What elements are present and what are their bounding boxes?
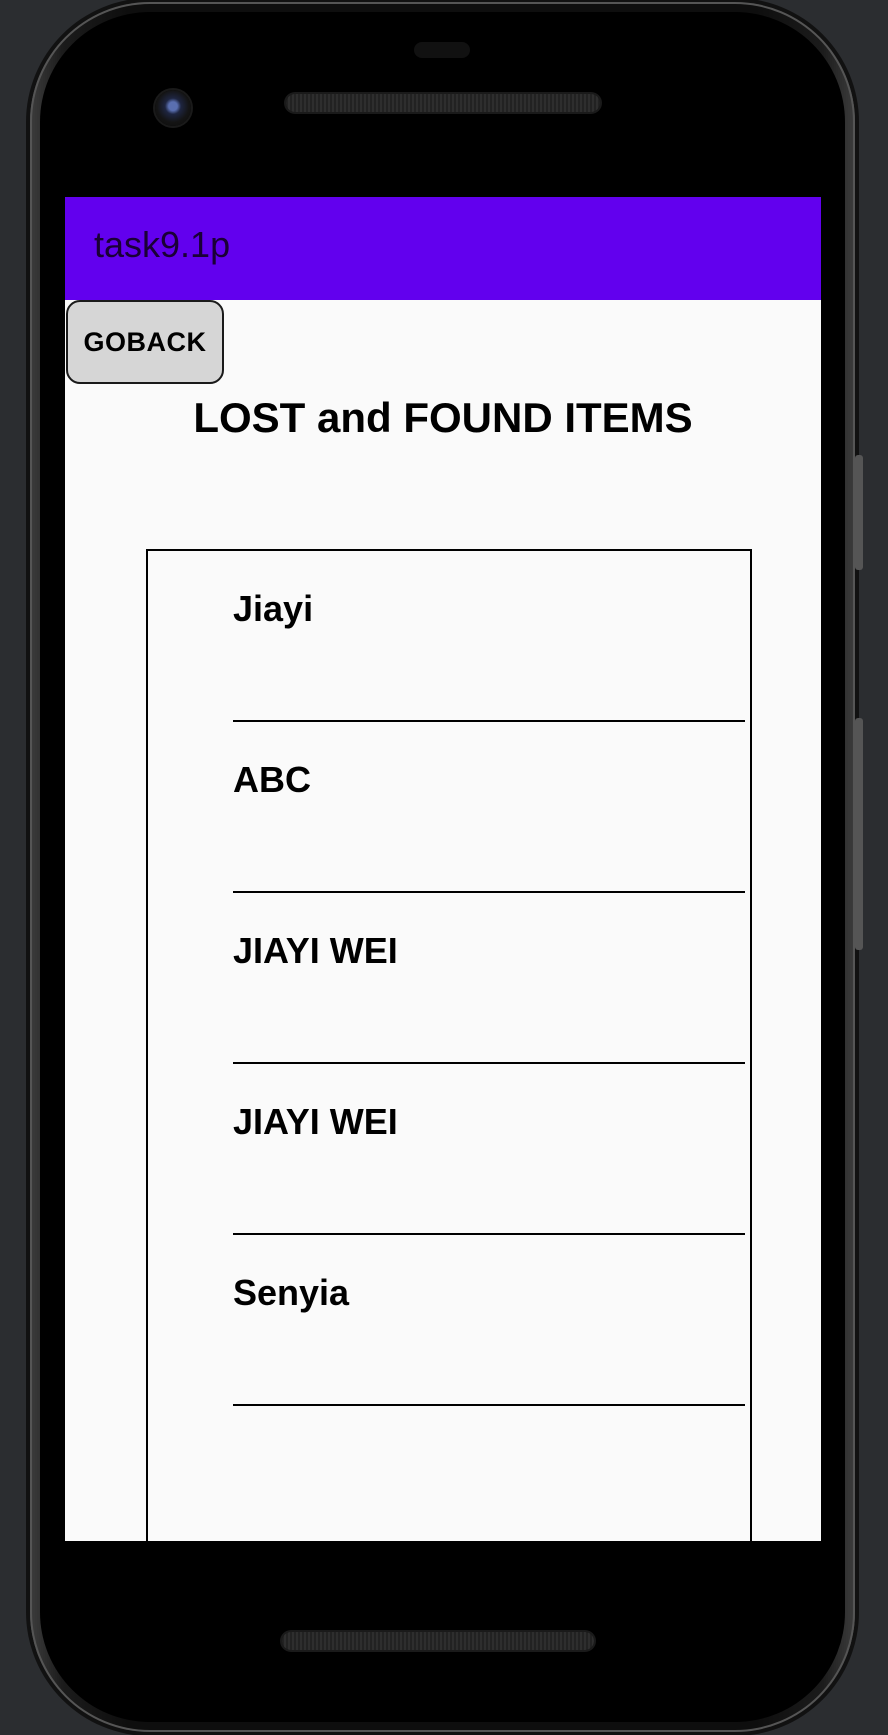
page-title: LOST and FOUND ITEMS [193, 394, 693, 441]
volume-button[interactable] [855, 718, 863, 950]
front-camera-icon [155, 90, 191, 126]
list-item[interactable]: Senyia [233, 1235, 745, 1406]
item-name: JIAYI WEI [233, 1101, 398, 1142]
item-name: JIAYI WEI [233, 930, 398, 971]
list-item[interactable]: JIAYI WEI [233, 893, 745, 1064]
power-button[interactable] [855, 455, 863, 570]
goback-button[interactable]: GOBACK [66, 300, 224, 384]
list-item[interactable]: JIAYI WEI [233, 1064, 745, 1235]
proximity-sensor [414, 42, 470, 58]
items-list[interactable]: Jiayi ABC JIAYI WEI JIAYI WEI Senyia [146, 549, 752, 1541]
app-title: task9.1p [94, 224, 231, 265]
list-item[interactable]: ABC [233, 722, 745, 893]
item-name: ABC [233, 759, 311, 800]
bottom-speaker [282, 1632, 594, 1650]
app-bar: task9.1p [65, 197, 821, 300]
item-name: Senyia [233, 1272, 350, 1313]
list-item[interactable]: Jiayi [233, 551, 745, 722]
earpiece-speaker [286, 94, 600, 112]
device-screen: task9.1p GOBACK LOST and FOUND ITEMS Jia… [65, 197, 821, 1541]
item-name: Jiayi [233, 588, 314, 629]
